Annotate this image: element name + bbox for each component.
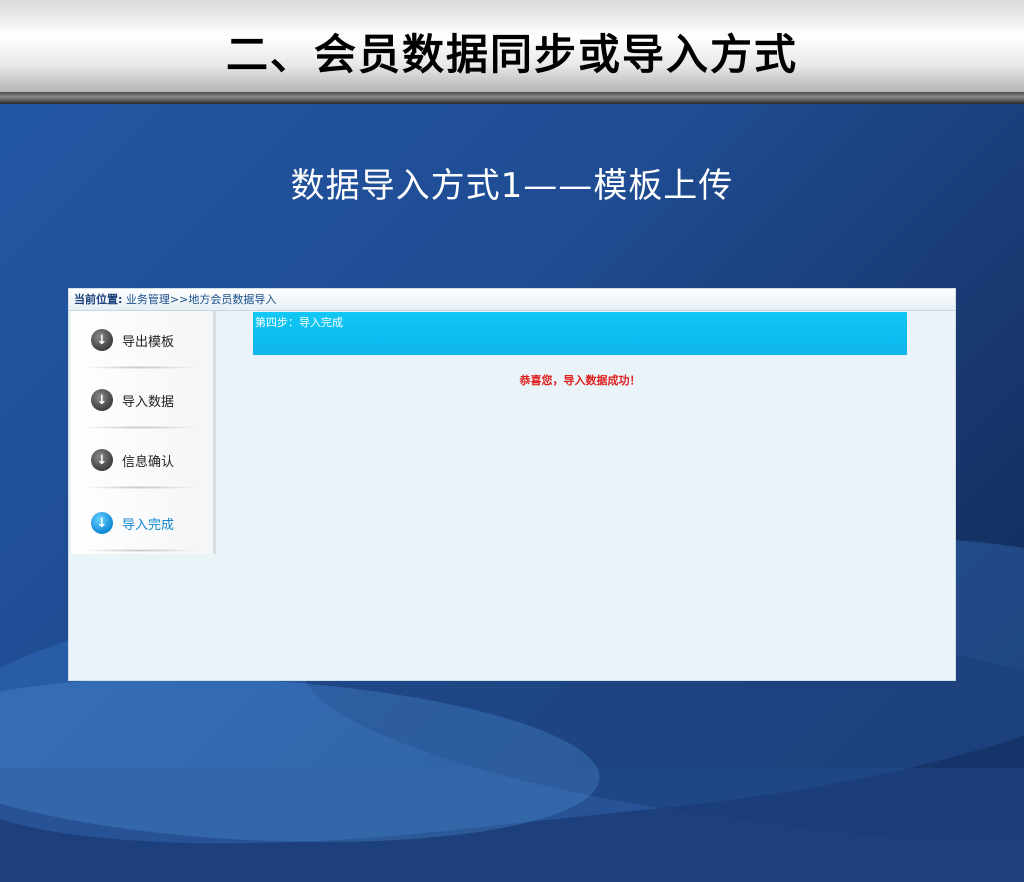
- step-label: 信息确认: [122, 454, 175, 470]
- arrow-down-circle-icon: ↓: [91, 389, 113, 411]
- breadcrumb: 当前位置: 业务管理>>地方会员数据导入: [69, 289, 955, 311]
- step-info-confirm[interactable]: ↓ 信息确认: [71, 431, 211, 489]
- subtitle-tail: 模板上传: [593, 166, 734, 206]
- app-screenshot-window: 当前位置: 业务管理>>地方会员数据导入 ↓ 导出模板 ↓ 导入数据 ↓ 信息确…: [68, 288, 956, 681]
- banner-text: 第四步：导入完成: [255, 316, 343, 329]
- step-export-template[interactable]: ↓ 导出模板: [71, 311, 211, 369]
- slide-subtitle: 数据导入方式1——模板上传: [0, 158, 1024, 207]
- breadcrumb-label: 当前位置:: [74, 293, 123, 306]
- arrow-down-circle-icon: ↓: [91, 329, 113, 351]
- step-import-complete[interactable]: ↓ 导入完成: [71, 494, 211, 552]
- step-status-banner: 第四步：导入完成: [253, 312, 907, 355]
- step-label: 导入完成: [122, 517, 175, 533]
- import-steps-panel: ↓ 导出模板 ↓ 导入数据 ↓ 信息确认 ↓ 导入完成: [71, 311, 216, 554]
- breadcrumb-path[interactable]: 业务管理>>地方会员数据导入: [126, 293, 276, 306]
- success-message: 恭喜您，导入数据成功！: [519, 374, 641, 387]
- step-label: 导出模板: [122, 334, 175, 350]
- arrow-down-circle-icon: ↓: [91, 449, 113, 471]
- title-bar: 二、会员数据同步或导入方式: [0, 0, 1024, 104]
- subtitle-main: 数据导入方式1——: [290, 166, 594, 206]
- arrow-down-circle-icon: ↓: [91, 512, 113, 534]
- step-label: 导入数据: [122, 394, 175, 410]
- step-import-data[interactable]: ↓ 导入数据: [71, 371, 211, 429]
- slide-title: 二、会员数据同步或导入方式: [225, 29, 798, 79]
